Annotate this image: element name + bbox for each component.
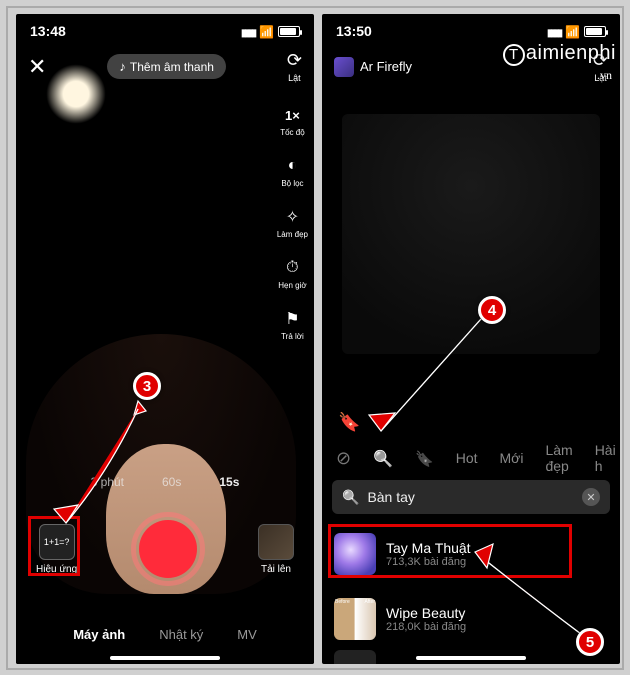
battery-icon [584, 26, 606, 37]
add-sound-button[interactable]: Thêm âm thanh [107, 54, 226, 79]
result-thumb: ⌄ [334, 650, 376, 664]
annotation-arrow-3 [38, 393, 148, 543]
tutorial-frame: 13:48 ✕ Thêm âm thanh Lật Tốc độ [6, 6, 624, 670]
beauty-icon [281, 206, 303, 228]
bookmark-tab-icon[interactable] [415, 448, 434, 469]
flip-button[interactable]: Lật [287, 50, 302, 83]
add-sound-label: Thêm âm thanh [130, 60, 214, 74]
reply-label: Trả lời [281, 332, 304, 341]
annotation-arrow-5 [463, 538, 593, 648]
marker-number: 4 [488, 302, 496, 319]
clear-search-icon[interactable]: ✕ [582, 488, 600, 506]
filter-label: Bộ lọc [281, 179, 303, 188]
tab-funny[interactable]: Hài h [595, 442, 616, 474]
watermark-sub: .vn [597, 68, 612, 83]
filter-icon [281, 155, 303, 177]
status-time: 13:50 [336, 23, 372, 39]
duration-15s[interactable]: 15s [219, 475, 239, 489]
side-tools: Tốc độ Bộ lọc Làm đẹp Hẹn giờ Trả lời [277, 104, 308, 341]
upload-thumbnail [258, 524, 294, 560]
mode-mv[interactable]: MV [237, 627, 257, 642]
annotation-marker-3: 3 [133, 372, 161, 400]
result-sub: 218,0K bài đăng [386, 621, 466, 633]
beauty-tool[interactable]: Làm đẹp [277, 206, 308, 239]
music-note-icon [119, 59, 126, 74]
search-icon [342, 489, 359, 506]
timer-icon [281, 257, 303, 279]
camera-preview-light [46, 64, 106, 124]
current-effect-thumb[interactable] [334, 57, 354, 77]
marker-number: 5 [586, 634, 594, 651]
mode-diary[interactable]: Nhật ký [159, 627, 203, 642]
flip-icon [287, 50, 302, 71]
tab-beauty[interactable]: Làm đẹp [545, 442, 572, 474]
result-name: Zoom Bàng Tay [386, 663, 484, 664]
search-tab-icon[interactable] [373, 448, 393, 469]
mode-row: Máy ảnh Nhật ký MV [16, 604, 314, 664]
annotation-arrow-4 [363, 313, 493, 448]
status-bar: 13:48 [16, 14, 314, 44]
status-time: 13:48 [30, 23, 66, 39]
annotation-marker-5: 5 [576, 628, 604, 656]
mode-camera[interactable]: Máy ảnh [73, 627, 125, 642]
wifi-icon [259, 23, 274, 39]
marker-number: 3 [143, 378, 151, 395]
effect-search-input[interactable]: Bàn tay ✕ [332, 480, 610, 514]
annotation-marker-4: 4 [478, 296, 506, 324]
filter-tool[interactable]: Bộ lọc [281, 155, 303, 188]
home-indicator[interactable] [110, 656, 220, 660]
beauty-label: Làm đẹp [277, 230, 308, 239]
status-bar: 13:50 [322, 14, 620, 44]
no-effect-icon[interactable] [336, 448, 351, 469]
home-indicator[interactable] [416, 656, 526, 660]
tab-hot[interactable]: Hot [456, 450, 478, 466]
speed-icon [281, 104, 303, 126]
timer-label: Hẹn giờ [278, 281, 306, 290]
signal-icon [241, 23, 255, 39]
reply-icon [281, 308, 303, 330]
upload-button[interactable]: Tải lên [258, 524, 294, 575]
watermark-logo: Taimienphi [503, 42, 616, 66]
result-thumb [334, 598, 376, 640]
flip-label: Lật [288, 73, 301, 83]
speed-label: Tốc độ [280, 128, 304, 137]
signal-icon [547, 23, 561, 39]
reply-tool[interactable]: Trả lời [281, 308, 304, 341]
tab-new[interactable]: Mới [500, 450, 524, 466]
wifi-icon [565, 23, 580, 39]
watermark-text: aimienphi [526, 42, 616, 64]
search-query: Bàn tay [367, 489, 414, 505]
duration-60s[interactable]: 60s [162, 475, 181, 489]
upload-label: Tải lên [261, 564, 291, 575]
close-icon[interactable]: ✕ [28, 54, 46, 80]
battery-icon [278, 26, 300, 37]
result-name: Wipe Beauty [386, 605, 466, 621]
speed-tool[interactable]: Tốc độ [280, 104, 304, 137]
bookmark-icon[interactable]: 🔖 [338, 412, 360, 433]
timer-tool[interactable]: Hẹn giờ [278, 257, 306, 290]
current-effect-name: Ar Firefly [360, 59, 412, 74]
